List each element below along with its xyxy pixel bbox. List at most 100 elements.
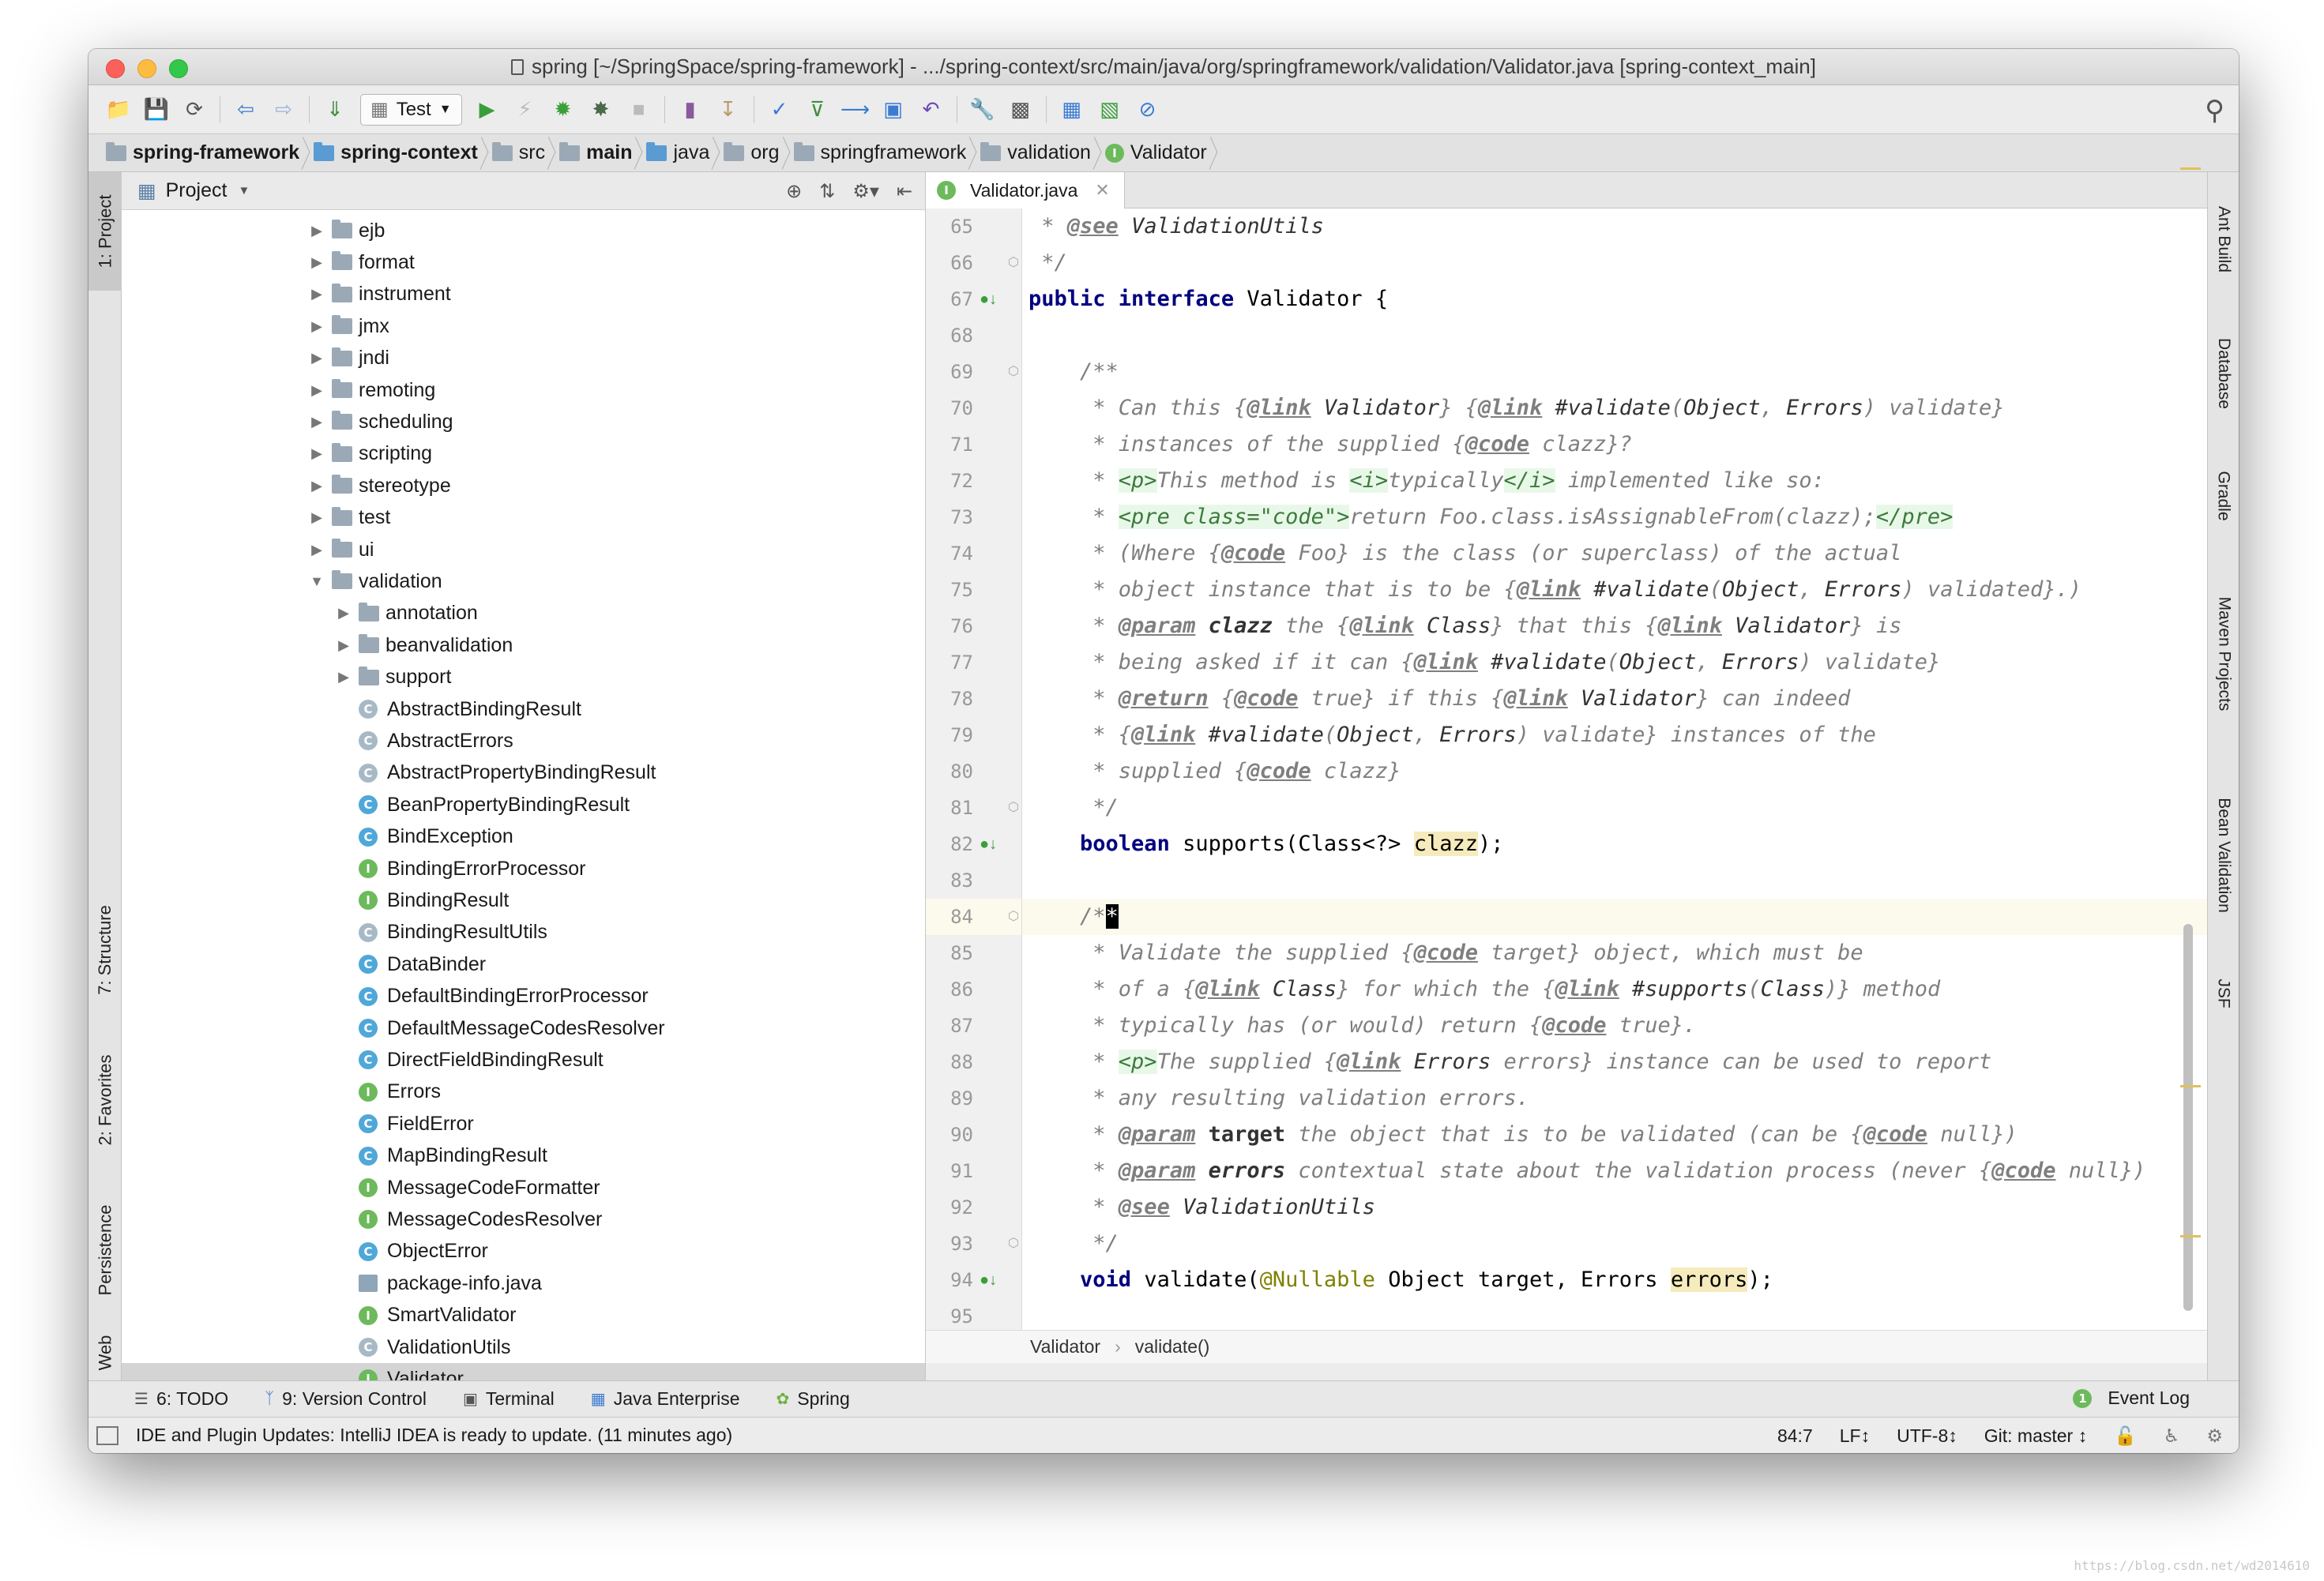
line-number[interactable]: 65: [926, 208, 973, 245]
gear-icon[interactable]: ⚙▾: [852, 180, 879, 203]
line-number[interactable]: 81: [926, 790, 973, 826]
tool-tab-favorites[interactable]: 2: Favorites: [88, 1033, 122, 1167]
line-number[interactable]: 91: [926, 1153, 973, 1189]
tool-window-terminal[interactable]: ▣ Terminal: [463, 1388, 555, 1410]
tool-tab-ant-build[interactable]: Ant Build: [2208, 180, 2239, 299]
tool-window-version-control[interactable]: ᛉ 9: Version Control: [265, 1388, 427, 1410]
line-number[interactable]: 73: [926, 499, 973, 535]
code-line[interactable]: * {@link #validate(Object, Errors) valid…: [1022, 717, 2207, 753]
code-line[interactable]: /**: [1022, 899, 2207, 935]
tree-file-item[interactable]: C BindException: [122, 821, 925, 853]
forward-icon[interactable]: ⇨: [269, 95, 299, 125]
error-stripe-marker[interactable]: [2180, 167, 2201, 170]
nav-crumb[interactable]: org: [719, 134, 788, 172]
attach-icon[interactable]: ▮: [675, 95, 705, 125]
code-line[interactable]: * @see ValidationUtils: [1022, 1189, 2207, 1226]
tree-package-item[interactable]: ▶ scripting: [122, 438, 925, 470]
code-line[interactable]: */: [1022, 1226, 2207, 1262]
line-number[interactable]: 75: [926, 572, 973, 608]
breadcrumb-item[interactable]: validate(): [1135, 1336, 1210, 1358]
search-icon[interactable]: ⚲: [2205, 95, 2224, 126]
project-view-select[interactable]: Project: [166, 179, 228, 202]
code-line[interactable]: void validate(@Nullable Object target, E…: [1022, 1262, 2207, 1298]
nav-crumb[interactable]: spring-framework: [101, 134, 309, 172]
tool-tab-project[interactable]: 1: Project: [88, 172, 122, 291]
tree-package-item[interactable]: ▶ test: [122, 502, 925, 534]
code-line[interactable]: */: [1022, 790, 2207, 826]
code-line[interactable]: boolean supports(Class<?> clazz);: [1022, 826, 2207, 862]
line-number[interactable]: 76: [926, 608, 973, 644]
collapse-arrow-icon[interactable]: ▶: [335, 637, 352, 654]
line-number[interactable]: 66: [926, 245, 973, 281]
tree-file-item[interactable]: C AbstractErrors: [122, 725, 925, 757]
line-number[interactable]: 84: [926, 899, 973, 935]
stop-icon[interactable]: ■: [624, 95, 654, 125]
nav-crumb[interactable]: java: [641, 134, 719, 172]
code-line[interactable]: * being asked if it can {@link #validate…: [1022, 644, 2207, 681]
vcs-compare-icon[interactable]: ⟶: [840, 95, 871, 125]
tree-file-item[interactable]: I MessageCodeFormatter: [122, 1172, 925, 1204]
line-number[interactable]: 74: [926, 535, 973, 572]
hide-panel-icon[interactable]: ⇤: [897, 180, 912, 203]
collapse-arrow-icon[interactable]: ▶: [335, 605, 352, 622]
tree-file-item[interactable]: C DirectFieldBindingResult: [122, 1044, 925, 1076]
collapse-arrow-icon[interactable]: ▶: [308, 350, 325, 366]
tool-windows-toggle[interactable]: [96, 1425, 118, 1445]
tree-file-item[interactable]: C DefaultBindingErrorProcessor: [122, 981, 925, 1012]
inspector-icon[interactable]: ♿: [2164, 1425, 2180, 1447]
run-icon[interactable]: ▶: [472, 95, 502, 125]
collapse-arrow-icon[interactable]: ▶: [308, 382, 325, 399]
tree-file-item[interactable]: C DefaultMessageCodesResolver: [122, 1012, 925, 1044]
tree-package-item[interactable]: ▶ jndi: [122, 343, 925, 374]
line-number[interactable]: 89: [926, 1080, 973, 1117]
tree-package-item[interactable]: ▶ instrument: [122, 279, 925, 310]
code-line[interactable]: * supplied {@code clazz}: [1022, 753, 2207, 790]
tool-tab-database[interactable]: Database: [2208, 310, 2239, 437]
collapse-all-icon[interactable]: ⇅: [819, 180, 835, 203]
code-line[interactable]: * typically has (or would) return {@code…: [1022, 1008, 2207, 1044]
tree-package-item[interactable]: ▶ ejb: [122, 215, 925, 246]
implemented-marker-icon[interactable]: ●↓: [980, 281, 997, 317]
sdk-icon[interactable]: ▦: [1057, 95, 1087, 125]
line-separator-select[interactable]: LF↕: [1840, 1425, 1870, 1447]
code-line[interactable]: * (Where {@code Foo} is the class (or su…: [1022, 535, 2207, 572]
nav-crumb[interactable]: spring-context: [309, 134, 487, 172]
collapse-arrow-icon[interactable]: ▶: [308, 445, 325, 462]
line-number[interactable]: 78: [926, 681, 973, 717]
nav-crumb[interactable]: I Validator: [1100, 134, 1217, 172]
error-stripe-marker[interactable]: [2180, 1235, 2201, 1237]
tree-package-item[interactable]: ▶ stereotype: [122, 470, 925, 501]
code-line[interactable]: * of a {@link Class} for which the {@lin…: [1022, 971, 2207, 1008]
nav-crumb[interactable]: main: [555, 134, 641, 172]
implemented-marker-icon[interactable]: ●↓: [980, 826, 997, 862]
git-branch-select[interactable]: Git: master ↕: [1984, 1425, 2087, 1447]
line-number[interactable]: 72: [926, 463, 973, 499]
tool-tab-jsf[interactable]: JSF: [2208, 962, 2239, 1025]
line-number[interactable]: 95: [926, 1298, 973, 1330]
fold-marker-icon[interactable]: ⬡: [1008, 354, 1019, 390]
project-structure-icon[interactable]: ▩: [1006, 95, 1036, 125]
line-number[interactable]: 67: [926, 281, 973, 317]
run-configuration-select[interactable]: ▦ Test ▼: [360, 93, 462, 126]
debug-icon[interactable]: ✹: [548, 95, 578, 125]
nav-crumb[interactable]: src: [487, 134, 555, 172]
error-stripe-marker[interactable]: [2180, 1085, 2201, 1087]
code-line[interactable]: * @param target the object that is to be…: [1022, 1117, 2207, 1153]
code-line[interactable]: * @see ValidationUtils: [1022, 208, 2207, 245]
nav-crumb[interactable]: springframework: [789, 134, 976, 172]
code-line[interactable]: * @param errors contextual state about t…: [1022, 1153, 2207, 1189]
event-log-button[interactable]: 1 Event Log: [2073, 1388, 2190, 1409]
tree-file-item[interactable]: C AbstractBindingResult: [122, 693, 925, 725]
locate-icon[interactable]: ⊕: [786, 180, 802, 203]
sync-icon[interactable]: ⟳: [179, 95, 209, 125]
line-number[interactable]: 79: [926, 717, 973, 753]
tree-file-item[interactable]: C MapBindingResult: [122, 1140, 925, 1172]
code-line[interactable]: public interface Validator {: [1022, 281, 2207, 317]
collapse-arrow-icon[interactable]: ▶: [308, 318, 325, 335]
vcs-commit-icon[interactable]: ✓: [765, 95, 795, 125]
line-number[interactable]: 85: [926, 935, 973, 971]
code-line[interactable]: * Can this {@link Validator} {@link #val…: [1022, 390, 2207, 426]
profile-icon[interactable]: ✸: [586, 95, 616, 125]
code-line[interactable]: [1022, 1298, 2207, 1330]
tree-package-item[interactable]: ▶ support: [122, 662, 925, 693]
